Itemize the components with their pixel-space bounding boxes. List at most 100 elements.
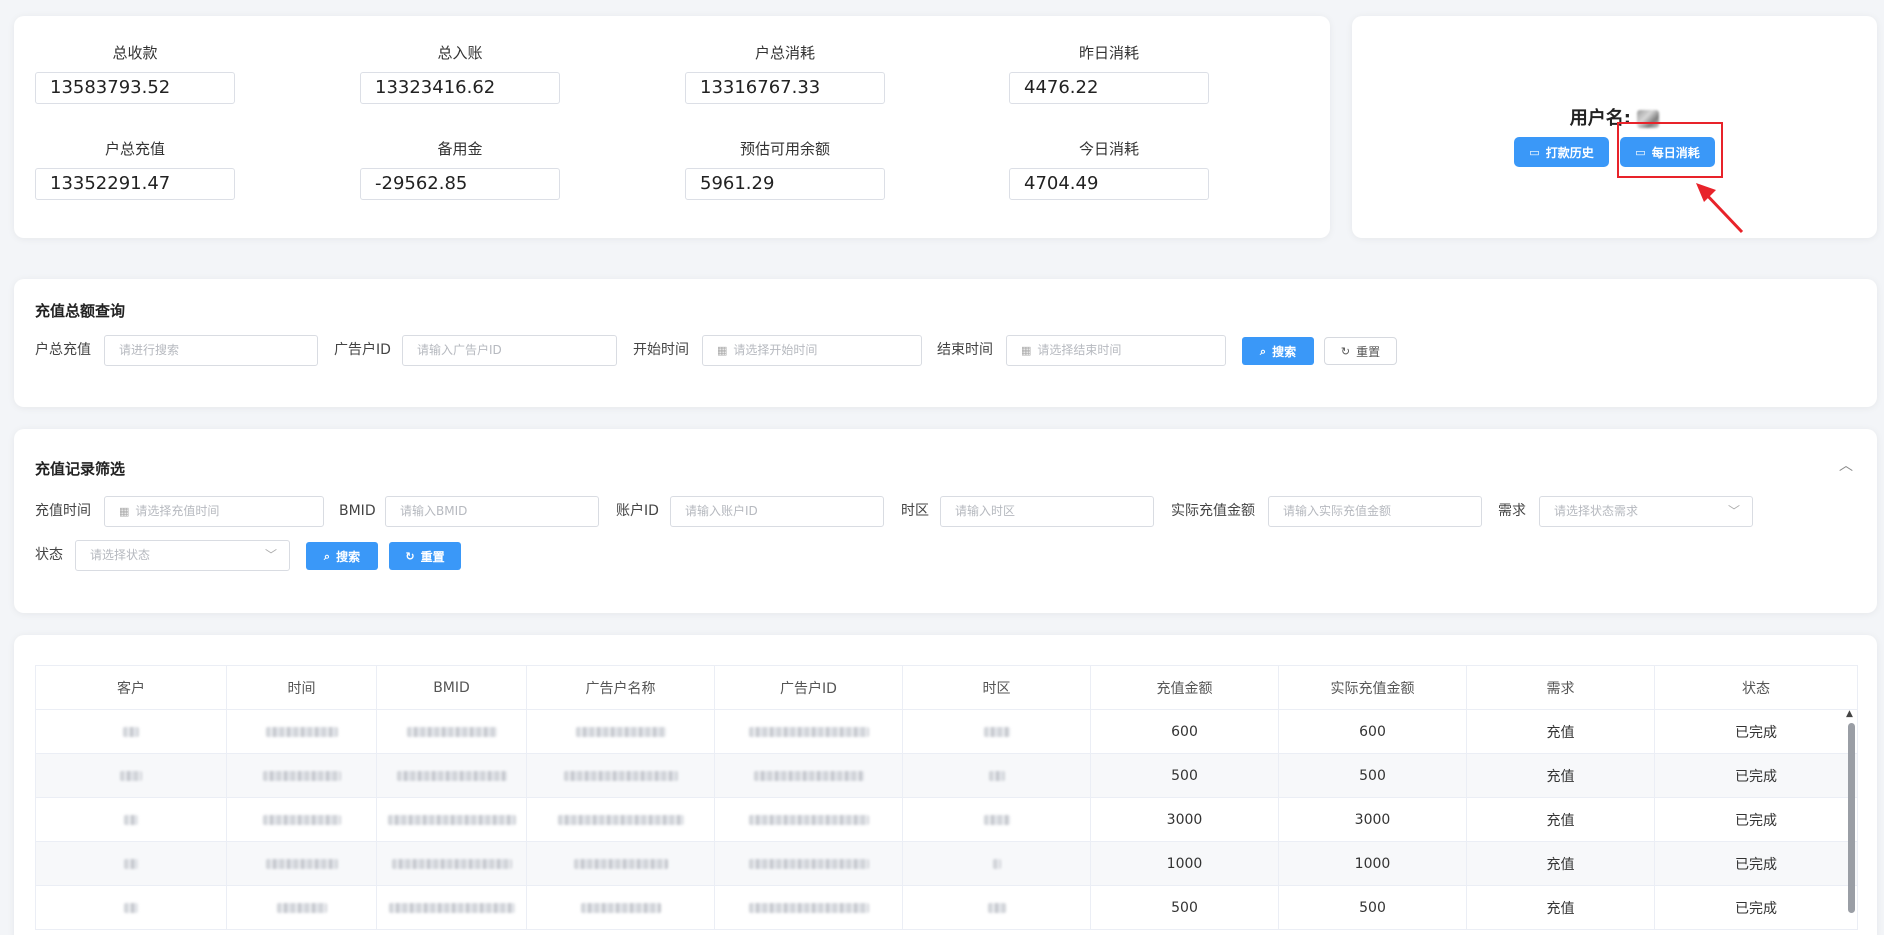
redacted-text <box>262 814 341 825</box>
stat-label: 今日消耗 <box>1078 140 1139 158</box>
table-row[interactable]: 600 600 充值 已完成 <box>35 709 1858 754</box>
redacted-text <box>387 814 516 825</box>
chevron-down-icon: ﹀ <box>264 548 277 562</box>
field-label: 状态 <box>35 547 63 563</box>
actual-amount-cell: 500 <box>1278 885 1467 930</box>
payment-history-label: 打款历史 <box>1545 145 1594 160</box>
redacted-text <box>406 726 497 737</box>
calendar-icon: ▦ <box>119 505 130 518</box>
redacted-text <box>124 814 138 825</box>
stat-label: 总入账 <box>437 44 483 62</box>
refresh-icon: ↻ <box>405 549 415 563</box>
redacted-text <box>265 726 338 737</box>
field-label: 结束时间 <box>937 342 993 358</box>
stat-total-received: 总收款 13583793.52 <box>35 43 235 104</box>
recharge-records-table: 客户 时间 BMID 广告户名称 广告户ID 时区 充值金额 实际充值金额 需求… <box>35 665 1858 930</box>
demand-cell: 充值 <box>1466 841 1655 886</box>
timezone-input[interactable]: 请输入时区 <box>940 496 1154 527</box>
table-row[interactable]: 3000 3000 充值 已完成 <box>35 797 1858 842</box>
filter-reset-button[interactable]: ↻ 重置 <box>389 542 461 570</box>
refresh-icon: ↻ <box>1340 344 1351 358</box>
search-label: 搜索 <box>336 549 361 564</box>
ad-account-id-input[interactable]: 请输入广告户ID <box>402 335 617 366</box>
scroll-up-icon[interactable]: ▲ <box>1846 709 1853 719</box>
placeholder: 请进行搜索 <box>119 343 180 357</box>
table-row[interactable]: 500 500 充值 已完成 <box>35 753 1858 798</box>
demand-cell: 充值 <box>1466 753 1655 798</box>
recharge-record-filter-card: 充值记录筛选 ︿ 充值时间 ▦ 请选择充值时间 BMID 请输入BMID 账户ID… <box>14 429 1877 613</box>
chevron-down-icon: ﹀ <box>1727 504 1740 518</box>
search-label: 搜索 <box>1272 344 1297 359</box>
account-id-input[interactable]: 请输入账户ID <box>670 496 884 527</box>
field-label: 时区 <box>901 503 929 519</box>
recharge-time-picker[interactable]: ▦ 请选择充值时间 <box>104 496 324 527</box>
column-header[interactable]: 充值金额 <box>1090 665 1279 710</box>
field-label: 开始时间 <box>633 342 689 358</box>
field-label: 实际充值金额 <box>1171 503 1255 519</box>
placeholder: 请选择结束时间 <box>1037 343 1122 357</box>
recharge-records-table-card: 客户 时间 BMID 广告户名称 广告户ID 时区 充值金额 实际充值金额 需求… <box>14 635 1877 935</box>
column-header[interactable]: BMID <box>376 665 527 710</box>
highlight-box <box>1617 122 1723 178</box>
search-icon: ⌕ <box>1259 344 1267 358</box>
placeholder: 请输入实际充值金额 <box>1283 504 1392 518</box>
bmid-input[interactable]: 请输入BMID <box>385 496 599 527</box>
scroll-thumb[interactable] <box>1848 723 1855 913</box>
redacted-text <box>753 770 864 781</box>
redacted-text <box>391 858 512 869</box>
recharge-amount-cell: 600 <box>1090 709 1279 754</box>
column-header[interactable]: 广告户ID <box>714 665 903 710</box>
demand-select[interactable]: 请选择状态需求 ﹀ <box>1539 496 1753 527</box>
field-label: 需求 <box>1498 503 1526 519</box>
actual-amount-input[interactable]: 请输入实际充值金额 <box>1268 496 1482 527</box>
stat-reserve-fund: 备用金 -29562.85 <box>360 139 560 200</box>
table-row[interactable]: 500 500 充值 已完成 <box>35 885 1858 930</box>
placeholder: 请输入BMID <box>400 504 468 518</box>
status-cell: 已完成 <box>1654 841 1858 886</box>
table-header-row: 客户 时间 BMID 广告户名称 广告户ID 时区 充值金额 实际充值金额 需求… <box>35 665 1858 710</box>
placeholder: 请选择开始时间 <box>733 343 818 357</box>
chevron-up-icon[interactable]: ︿ <box>1839 455 1853 475</box>
account-total-recharge-input[interactable]: 请进行搜索 <box>104 335 318 366</box>
placeholder: 请输入广告户ID <box>417 343 502 357</box>
stats-card: 总收款 13583793.52 总入账 13323416.62 户总消耗 133… <box>14 16 1330 238</box>
column-header[interactable]: 状态 <box>1654 665 1858 710</box>
redacted-text <box>573 858 668 869</box>
redacted-text <box>992 858 1001 869</box>
redacted-text <box>987 902 1006 913</box>
redacted-text <box>265 858 338 869</box>
redacted-text <box>396 770 507 781</box>
actual-amount-cell: 600 <box>1278 709 1467 754</box>
column-header[interactable]: 需求 <box>1466 665 1655 710</box>
recharge-amount-cell: 3000 <box>1090 797 1279 842</box>
red-arrow-annotation <box>1696 183 1744 234</box>
column-header[interactable]: 客户 <box>35 665 227 710</box>
calendar-icon: ▦ <box>1021 344 1032 357</box>
column-header[interactable]: 时区 <box>902 665 1091 710</box>
field-label: 广告户ID <box>334 342 391 358</box>
search-button[interactable]: ⌕ 搜索 <box>1242 337 1314 365</box>
column-header[interactable]: 时间 <box>226 665 377 710</box>
placeholder: 请选择充值时间 <box>135 504 220 518</box>
stat-value: 13323416.62 <box>360 72 560 104</box>
actual-amount-cell: 1000 <box>1278 841 1467 886</box>
placeholder: 请输入时区 <box>955 504 1016 518</box>
field-label: 充值时间 <box>35 503 91 519</box>
search-icon: ⌕ <box>323 549 331 563</box>
calendar-icon: ▦ <box>717 344 728 357</box>
table-row[interactable]: 1000 1000 充值 已完成 <box>35 841 1858 886</box>
status-select[interactable]: 请选择状态 ﹀ <box>75 540 290 571</box>
payment-history-button[interactable]: ▭ 打款历史 <box>1514 137 1609 167</box>
table-scrollbar[interactable]: ▲ <box>1845 709 1857 935</box>
redacted-text <box>563 770 678 781</box>
column-header[interactable]: 广告户名称 <box>526 665 715 710</box>
placeholder: 请输入账户ID <box>685 504 758 518</box>
filter-search-button[interactable]: ⌕ 搜索 <box>306 542 378 570</box>
reset-label: 重置 <box>420 549 445 564</box>
redacted-text <box>580 902 661 913</box>
start-time-picker[interactable]: ▦ 请选择开始时间 <box>702 335 922 366</box>
end-time-picker[interactable]: ▦ 请选择结束时间 <box>1006 335 1226 366</box>
reset-button[interactable]: ↻ 重置 <box>1324 337 1397 365</box>
redacted-text <box>124 858 138 869</box>
column-header[interactable]: 实际充值金额 <box>1278 665 1467 710</box>
